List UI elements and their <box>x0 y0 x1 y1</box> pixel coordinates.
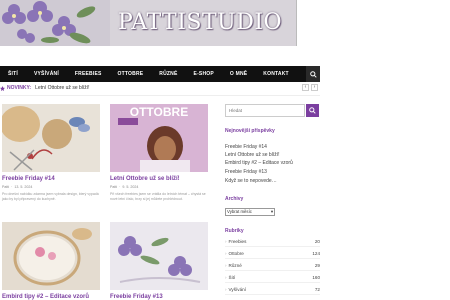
bullet-icon: › <box>225 251 227 256</box>
nav-search-button[interactable] <box>306 66 320 82</box>
post-title[interactable]: Embird tipy #2 – Editace vzorů <box>2 294 100 300</box>
search-icon <box>309 70 317 78</box>
post-thumbnail[interactable]: OTTOBRE <box>110 104 208 172</box>
archive-month-select[interactable]: Vybrat měsíc ▾ <box>225 208 275 216</box>
bullet-icon: › <box>225 275 227 280</box>
sidebar-search-button[interactable] <box>306 104 319 117</box>
nav-item-vysivani[interactable]: VYŠÍVÁNÍ <box>26 66 67 82</box>
categories-title: Rubriky <box>225 228 244 234</box>
nav-item-freebies[interactable]: FREEBIES <box>67 66 110 82</box>
embroidery-hoop-image <box>2 222 100 290</box>
category-item[interactable]: › Různé 29 <box>225 263 320 271</box>
ticker-headline[interactable]: Letní Ottobre už se blíží! <box>35 85 89 91</box>
news-ticker: NOVINKY: Letní Ottobre už se blíží! ‹ › <box>0 84 320 92</box>
nav-item-o-mne[interactable]: O MNĚ <box>222 66 255 82</box>
recent-post-link[interactable]: Letní Ottobre už se blíží! <box>225 152 279 158</box>
post-thumbnail[interactable] <box>2 222 100 290</box>
category-name[interactable]: Vyšívání <box>229 287 246 292</box>
site-logo[interactable]: PATTISTUDIO <box>118 10 282 35</box>
divider <box>0 95 320 96</box>
ticker-label: NOVINKY: <box>7 85 32 91</box>
archive-select-value: Vybrat měsíc <box>227 209 252 214</box>
category-item[interactable]: › Vyšívání 72 <box>225 287 320 295</box>
post-title[interactable]: Letní Ottobre už se blíží! <box>110 176 208 182</box>
embroidery-hoop-image <box>2 104 100 172</box>
post-thumbnail[interactable] <box>2 104 100 172</box>
nav-item-ruzne[interactable]: RŮZNÉ <box>151 66 185 82</box>
nav-item-eshop[interactable]: E-SHOP <box>186 66 222 82</box>
post-title[interactable]: Freebie Friday #14 <box>2 176 100 182</box>
flower-embroidery-image <box>0 0 110 46</box>
post-author[interactable]: Patti <box>110 185 117 189</box>
category-item[interactable]: › Šití 160 <box>225 275 320 283</box>
post-card: Embird tipy #2 – Editace vzorů <box>2 222 100 300</box>
category-count: 20 <box>314 239 320 244</box>
svg-text:OTTOBRE: OTTOBRE <box>130 105 188 119</box>
recent-posts-title: Nejnovější příspěvky <box>225 128 275 134</box>
post-thumbnail[interactable] <box>110 222 208 290</box>
recent-post-link[interactable]: Freebie Friday #13 <box>225 169 267 175</box>
nav-item-kontakt[interactable]: KONTAKT <box>255 66 296 82</box>
category-item[interactable]: › Freebies 20 <box>225 239 320 247</box>
post-date: 9. 5. 2024 <box>122 185 139 189</box>
bullet-icon: › <box>225 287 227 292</box>
bullet-icon: › <box>225 239 227 244</box>
post-date: 13. 5. 2024 <box>14 185 33 189</box>
ottobre-magazine-cover-image: OTTOBRE <box>110 104 208 172</box>
category-count: 160 <box>312 275 320 280</box>
category-name[interactable]: Šití <box>229 275 236 280</box>
post-title[interactable]: Freebie Friday #13 <box>110 294 208 300</box>
category-count: 124 <box>312 251 320 256</box>
flower-embroidery-image <box>110 222 208 290</box>
category-count: 72 <box>314 287 320 292</box>
post-card: Freebie Friday #13 <box>110 222 208 300</box>
archive-title: Archivy <box>225 196 244 202</box>
bullet-icon: › <box>225 263 227 268</box>
ticker-prev-button[interactable]: ‹ <box>302 84 309 91</box>
ticker-next-button[interactable]: › <box>311 84 318 91</box>
category-item[interactable]: › Ottobre 124 <box>225 251 320 259</box>
recent-post-link[interactable]: Embird tipy #2 – Editace vzorů <box>225 160 293 166</box>
category-name[interactable]: Ottobre <box>229 251 244 256</box>
nav-item-siti[interactable]: ŠITÍ <box>0 66 26 82</box>
sidebar-search-input[interactable]: Hledat <box>225 104 305 117</box>
category-count: 29 <box>314 263 320 268</box>
recent-post-link[interactable]: Freebie Friday #14 <box>225 144 267 150</box>
recent-post-link[interactable]: Když se to nepovede… <box>225 178 277 184</box>
post-excerpt: Při všech freebies jsem se vrátila do le… <box>110 192 206 201</box>
main-nav: ŠITÍ VYŠÍVÁNÍ FREEBIES OTTOBRE RŮZNÉ E-S… <box>0 66 320 82</box>
post-card: Freebie Friday #14 Patti · 13. 5. 2024 P… <box>2 104 100 202</box>
star-icon <box>0 85 5 91</box>
header-banner[interactable]: PATTISTUDIO <box>0 0 297 46</box>
chevron-down-icon: ▾ <box>270 209 273 214</box>
post-excerpt: Pro dnešní nabídku zdarma jsem vybrala d… <box>2 192 99 201</box>
category-name[interactable]: Různé <box>229 263 242 268</box>
nav-item-ottobre[interactable]: OTTOBRE <box>110 66 152 82</box>
post-author[interactable]: Patti <box>2 185 9 189</box>
search-icon <box>309 107 316 114</box>
post-card: OTTOBRE Letní Ottobre už se blíží! Patti… <box>110 104 208 202</box>
category-name[interactable]: Freebies <box>229 239 247 244</box>
